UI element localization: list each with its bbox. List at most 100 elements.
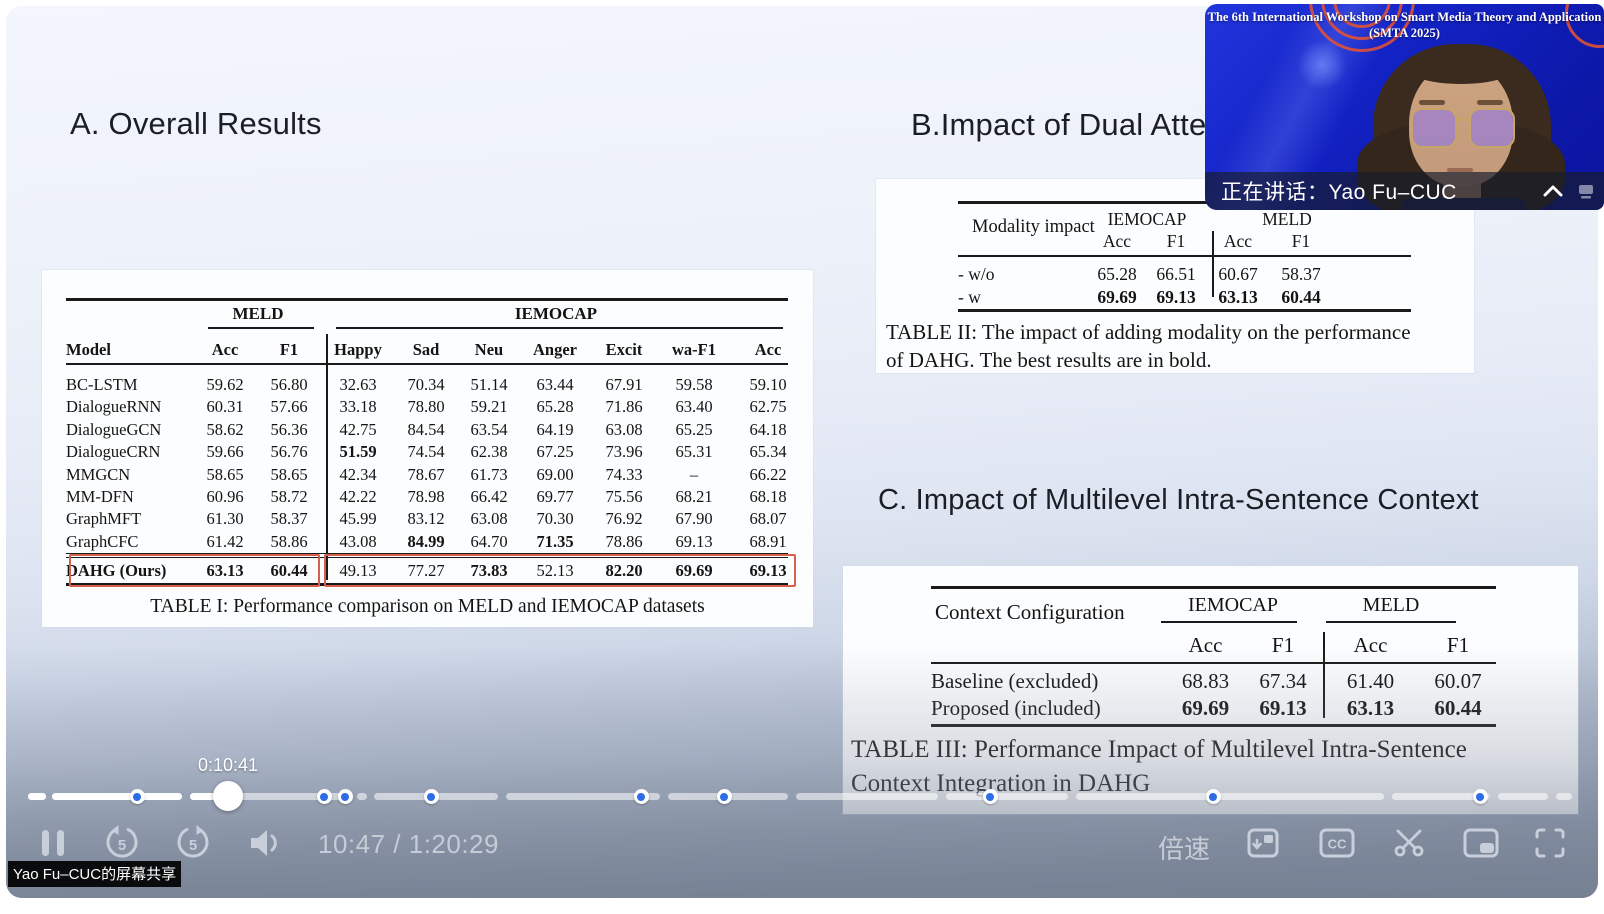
svg-text:5: 5 [118, 837, 126, 854]
table-cell: wa-F1 [658, 338, 730, 362]
table-cell: 68.91 [730, 531, 806, 553]
pip-button[interactable] [1462, 824, 1500, 862]
webcam-overlay[interactable]: The 6th International Workshop on Smart … [1205, 4, 1604, 210]
fullscreen-button[interactable] [1532, 824, 1568, 862]
table-cell: 58.65 [256, 464, 322, 486]
table-cell: 69.69 [1088, 286, 1146, 309]
table-cell: 42.34 [322, 464, 394, 486]
table-cell: 69.13 [658, 531, 730, 553]
svg-text:CC: CC [1328, 837, 1347, 852]
table1-group-iemocap: IEMOCAP [446, 304, 666, 324]
table1-meld-underline [208, 327, 314, 329]
svg-text:5: 5 [189, 837, 197, 854]
table-cell: Model [66, 338, 194, 362]
table-cell: 63.08 [590, 419, 658, 441]
meeting-watermark-icon [1576, 181, 1596, 201]
table-cell: 56.36 [256, 419, 322, 441]
forward-5-icon: 5 [174, 824, 212, 862]
table-row: GraphMFT61.3058.3745.9983.1263.0870.3076… [66, 508, 806, 530]
workshop-banner: The 6th International Workshop on Smart … [1205, 9, 1604, 42]
table1-panel: MELD IEMOCAP ModelAccF1HappySadNeuAngerE… [42, 270, 813, 627]
table-row: BC-LSTM59.6256.8032.6370.3451.1463.4467.… [66, 374, 806, 396]
table-cell: 59.66 [194, 441, 256, 463]
table3-subheader-row: AccF1AccF1 [931, 632, 1496, 658]
webcam-glow-decoration [1297, 40, 1347, 90]
table-cell: DialogueCRN [66, 441, 194, 463]
table-cell: 58.37 [256, 508, 322, 530]
highlight-box-iemocap [324, 554, 796, 587]
table-cell: 43.08 [322, 531, 394, 553]
table-cell: 63.13 [1323, 695, 1418, 722]
pause-icon [38, 827, 68, 859]
rewind-5-button[interactable]: 5 [103, 824, 141, 862]
table-cell: 68.07 [730, 508, 806, 530]
table-cell: 59.58 [658, 374, 730, 396]
slide-heading-c: C. Impact of Multilevel Intra-Sentence C… [878, 484, 1479, 517]
table2-group-meld: MELD [1216, 209, 1358, 230]
screen-switch-button[interactable] [1245, 824, 1281, 862]
captions-button[interactable]: CC [1318, 824, 1356, 862]
table-cell [958, 231, 1088, 252]
table-cell: F1 [1270, 231, 1332, 252]
table-cell: - w [958, 286, 1088, 309]
table-row: Proposed (included)69.6969.1363.1360.44 [931, 695, 1496, 722]
table-cell: 78.80 [394, 396, 458, 418]
table2-bottom-rule [958, 309, 1411, 312]
table-row: - w69.6969.1363.1360.44 [958, 286, 1332, 309]
presenter-glasses-left-lens [1411, 108, 1457, 148]
table-cell: 66.42 [458, 486, 520, 508]
table-cell: 58.62 [194, 419, 256, 441]
table-cell: Happy [322, 338, 394, 362]
table2-subheader-row: AccF1AccF1 [958, 231, 1332, 252]
table-cell: 69.13 [1243, 695, 1323, 722]
table-cell: 66.22 [730, 464, 806, 486]
table-cell: 33.18 [322, 396, 394, 418]
table-cell: – [658, 464, 730, 486]
table-cell: 63.08 [458, 508, 520, 530]
table-cell: 56.76 [256, 441, 322, 463]
table-cell: 59.21 [458, 396, 520, 418]
volume-button[interactable] [246, 824, 286, 862]
table-cell: 70.30 [520, 508, 590, 530]
table-cell: 69.77 [520, 486, 590, 508]
clip-button[interactable] [1390, 824, 1428, 862]
pause-button[interactable] [38, 824, 68, 862]
table-cell: 64.19 [520, 419, 590, 441]
table-cell: 60.44 [1270, 286, 1332, 309]
table-cell: MM-DFN [66, 486, 194, 508]
table-cell: 60.96 [194, 486, 256, 508]
forward-5-button[interactable]: 5 [174, 824, 212, 862]
chevron-up-icon[interactable] [1540, 181, 1566, 201]
table-cell: 60.44 [1418, 695, 1498, 722]
table1-header-rule [66, 363, 788, 365]
workshop-banner-line1: The 6th International Workshop on Smart … [1205, 9, 1604, 25]
table-cell: 59.10 [730, 374, 806, 396]
table2-caption-line1: TABLE II: The impact of adding modality … [886, 320, 1411, 345]
table3-meld-underline [1326, 621, 1456, 623]
presenter-glasses-right-lens [1469, 108, 1515, 148]
table-cell: 65.28 [1088, 263, 1146, 286]
table-cell: 65.28 [520, 396, 590, 418]
table-row: MM-DFN60.9658.7242.2278.9866.4269.7775.5… [66, 486, 806, 508]
table-cell: 58.72 [256, 486, 322, 508]
table-cell: 56.80 [256, 374, 322, 396]
fullscreen-icon [1532, 825, 1568, 861]
table3-mid-rule [931, 662, 1496, 664]
playback-speed-button[interactable]: 倍速 [1158, 829, 1210, 866]
table-cell: Neu [458, 338, 520, 362]
table-cell: 57.66 [256, 396, 322, 418]
table-cell: 45.99 [322, 508, 394, 530]
table-cell: 78.98 [394, 486, 458, 508]
speaker-bar: 正在讲话：Yao Fu–CUC [1205, 172, 1604, 210]
table-cell: Acc [1323, 632, 1418, 658]
table-cell: 60.31 [194, 396, 256, 418]
screen-switch-icon [1245, 825, 1281, 861]
table3-top-rule [931, 586, 1496, 589]
table-cell: 42.22 [322, 486, 394, 508]
table-cell: 84.54 [394, 419, 458, 441]
table3-panel: Context Configuration IEMOCAP MELD AccF1… [843, 566, 1578, 814]
table-cell: 69.69 [1168, 695, 1243, 722]
table-cell: 63.40 [658, 396, 730, 418]
table-cell: 64.70 [458, 531, 520, 553]
table-cell: 78.86 [590, 531, 658, 553]
